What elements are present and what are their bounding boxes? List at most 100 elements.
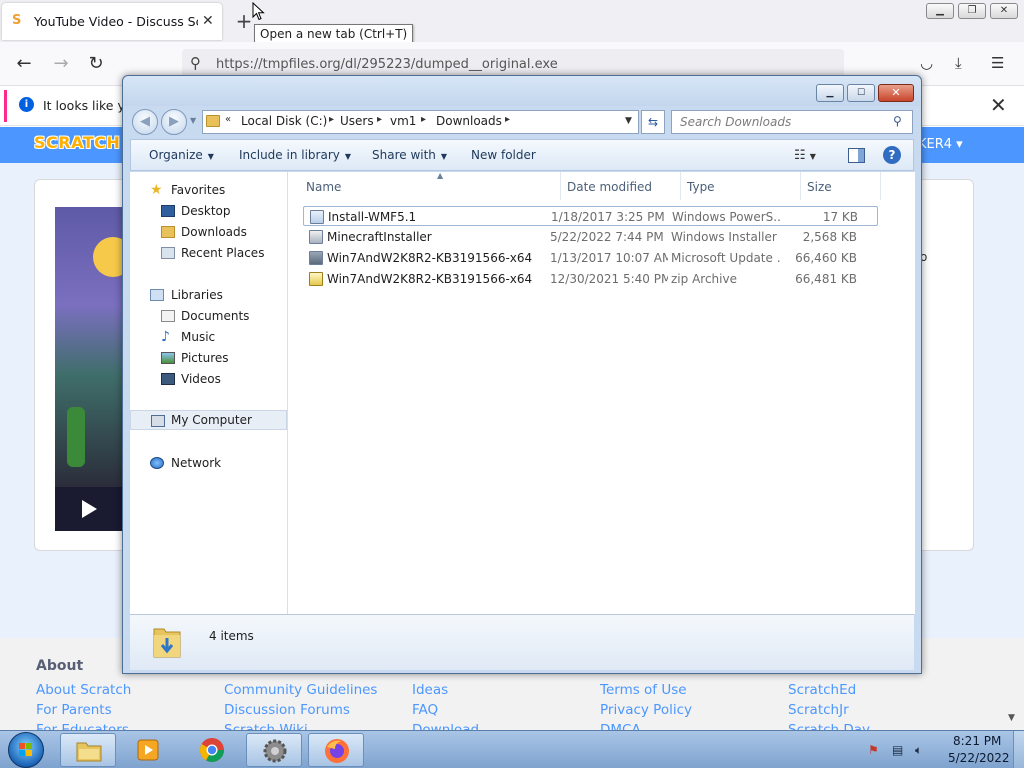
footer-link-scratchjr[interactable]: ScratchJr: [788, 702, 849, 718]
footer-link-about-scratch[interactable]: About Scratch: [36, 682, 131, 698]
scratch-logo[interactable]: SCRATCH: [34, 133, 120, 152]
pocket-icon[interactable]: ◡: [920, 54, 933, 72]
footer-link-terms-of-use[interactable]: Terms of Use: [600, 682, 687, 698]
explorer-refresh-icon[interactable]: ⇆: [641, 110, 665, 134]
browser-tab-active[interactable]: S YouTube Video - Discuss Scratch ✕: [2, 3, 222, 40]
browser-minimize-button[interactable]: ▁: [926, 3, 954, 19]
explorer-back-button[interactable]: ◀: [132, 109, 158, 135]
column-header-size[interactable]: Size: [801, 172, 881, 200]
taskbar-firefox-button[interactable]: [308, 733, 364, 767]
nav-item-favorites[interactable]: ★ Favorites: [130, 180, 287, 200]
action-center-warning-icon[interactable]: ⚑: [868, 743, 879, 757]
new-folder-button[interactable]: New folder: [471, 148, 536, 162]
taskbar-media-player-button[interactable]: [120, 733, 176, 767]
infobar-close-icon[interactable]: ✕: [990, 93, 1007, 117]
nav-item-music[interactable]: ♪ Music: [130, 327, 287, 347]
clock-time[interactable]: 8:21 PM: [953, 734, 1001, 748]
forward-arrow-icon[interactable]: →: [50, 53, 72, 75]
nav-item-videos[interactable]: Videos: [130, 369, 287, 389]
pictures-icon: [161, 352, 175, 364]
column-header-type[interactable]: Type: [681, 172, 801, 200]
nav-item-pictures[interactable]: Pictures: [130, 348, 287, 368]
taskbar-explorer-button[interactable]: [60, 733, 116, 767]
explorer-details-pane: 4 items: [130, 614, 914, 670]
footer-link-community-guidelines[interactable]: Community Guidelines: [224, 682, 377, 698]
explorer-address-bar[interactable]: « Local Disk (C:) ▸ Users ▸ vm1 ▸ Downlo…: [202, 110, 639, 134]
nav-item-label: Music: [181, 330, 216, 344]
reload-icon[interactable]: ↻: [85, 53, 107, 75]
nav-item-label: My Computer: [171, 413, 252, 427]
file-type: Windows Installer ...: [671, 230, 781, 244]
file-row[interactable]: Win7AndW2K8R2-KB3191566-x64 12/30/2021 5…: [303, 269, 878, 289]
menu-icon[interactable]: ☰: [991, 54, 1004, 72]
breadcrumb-separator-icon[interactable]: ▸: [505, 114, 510, 125]
taskbar-chrome-button[interactable]: [184, 733, 240, 767]
browser-restore-button[interactable]: ❐: [958, 3, 986, 19]
folder-icon: [206, 115, 220, 127]
breadcrumb-separator-icon[interactable]: ▸: [377, 114, 382, 125]
browser-close-button[interactable]: ✕: [990, 3, 1018, 19]
file-row[interactable]: MinecraftInstaller 5/22/2022 7:44 PM Win…: [303, 227, 878, 247]
search-icon[interactable]: ⚲: [893, 114, 902, 128]
file-row[interactable]: Install-WMF5.1 1/18/2017 3:25 PM Windows…: [303, 206, 878, 226]
explorer-minimize-button[interactable]: ▁: [816, 84, 844, 102]
file-name: Win7AndW2K8R2-KB3191566-x64: [327, 272, 533, 286]
video-player[interactable]: [55, 207, 130, 531]
breadcrumb-overflow-icon[interactable]: «: [225, 114, 231, 125]
explorer-forward-button[interactable]: ▶: [161, 109, 187, 135]
network-status-icon[interactable]: ▤: [892, 743, 903, 757]
footer-link-scratched[interactable]: ScratchEd: [788, 682, 856, 698]
nav-item-libraries[interactable]: Libraries: [130, 285, 287, 305]
explorer-search-input[interactable]: Search Downloads ⚲: [671, 110, 913, 134]
breadcrumb-vm1[interactable]: vm1: [390, 114, 416, 128]
search-icon: ⚲: [190, 54, 201, 72]
play-icon[interactable]: [82, 500, 97, 518]
address-dropdown-icon[interactable]: ▼: [625, 116, 632, 126]
nav-item-my-computer[interactable]: My Computer: [130, 410, 287, 430]
preview-pane-icon[interactable]: [848, 148, 865, 163]
explorer-command-bar: Organize ▼ Include in library ▼ Share with…: [130, 139, 914, 171]
nav-item-desktop[interactable]: Desktop: [130, 201, 287, 221]
footer-link-ideas[interactable]: Ideas: [412, 682, 448, 698]
page-scroll-down-icon[interactable]: ▼: [1008, 713, 1015, 723]
breadcrumb-local-disk[interactable]: Local Disk (C:): [241, 114, 327, 128]
start-button[interactable]: [8, 732, 44, 768]
video-frame: [55, 207, 130, 487]
explorer-maximize-button[interactable]: ☐: [847, 84, 875, 102]
explorer-titlebar[interactable]: ▁ ☐ ✕: [123, 76, 921, 106]
explorer-close-button[interactable]: ✕: [878, 84, 914, 102]
downloads-icon[interactable]: ⤓: [955, 54, 962, 72]
breadcrumb-users[interactable]: Users: [340, 114, 374, 128]
include-in-library-button[interactable]: Include in library ▼: [239, 148, 351, 162]
clock-date[interactable]: 5/22/2022: [948, 751, 1010, 765]
file-row[interactable]: Win7AndW2K8R2-KB3191566-x64 1/13/2017 10…: [303, 248, 878, 268]
footer-link-for-parents[interactable]: For Parents: [36, 702, 112, 718]
column-header-date-modified[interactable]: Date modified: [561, 172, 681, 200]
change-view-icon[interactable]: ☷ ▼: [794, 148, 816, 163]
recent-pages-dropdown-icon[interactable]: ▼: [190, 116, 196, 125]
tab-close-icon[interactable]: ✕: [202, 13, 214, 29]
breadcrumb-separator-icon[interactable]: ▸: [421, 114, 426, 125]
organize-button[interactable]: Organize ▼: [149, 148, 214, 162]
libraries-icon: [150, 289, 164, 301]
footer-link-privacy-policy[interactable]: Privacy Policy: [600, 702, 692, 718]
footer-link-faq[interactable]: FAQ: [412, 702, 438, 718]
help-icon[interactable]: ?: [883, 146, 901, 164]
breadcrumb-downloads[interactable]: Downloads: [436, 114, 502, 128]
volume-icon[interactable]: 🔈︎: [915, 743, 922, 758]
share-with-button[interactable]: Share with ▼: [372, 148, 447, 162]
nav-item-documents[interactable]: Documents: [130, 306, 287, 326]
show-desktop-button[interactable]: [1013, 731, 1024, 768]
footer-link-discussion-forums[interactable]: Discussion Forums: [224, 702, 350, 718]
nav-item-label: Pictures: [181, 351, 229, 365]
breadcrumb-separator-icon[interactable]: ▸: [329, 114, 334, 125]
nav-item-recent-places[interactable]: Recent Places: [130, 243, 287, 263]
documents-icon: [161, 310, 175, 322]
tab-title: YouTube Video - Discuss Scratch: [34, 14, 198, 29]
column-header-name[interactable]: Name ▲: [300, 171, 561, 200]
taskbar-settings-app-button[interactable]: [246, 733, 302, 767]
nav-item-downloads[interactable]: Downloads: [130, 222, 287, 242]
nav-item-network[interactable]: Network: [130, 453, 287, 473]
scratch-user-menu[interactable]: KER4 ▾: [918, 137, 963, 152]
back-arrow-icon[interactable]: ←: [13, 53, 35, 75]
